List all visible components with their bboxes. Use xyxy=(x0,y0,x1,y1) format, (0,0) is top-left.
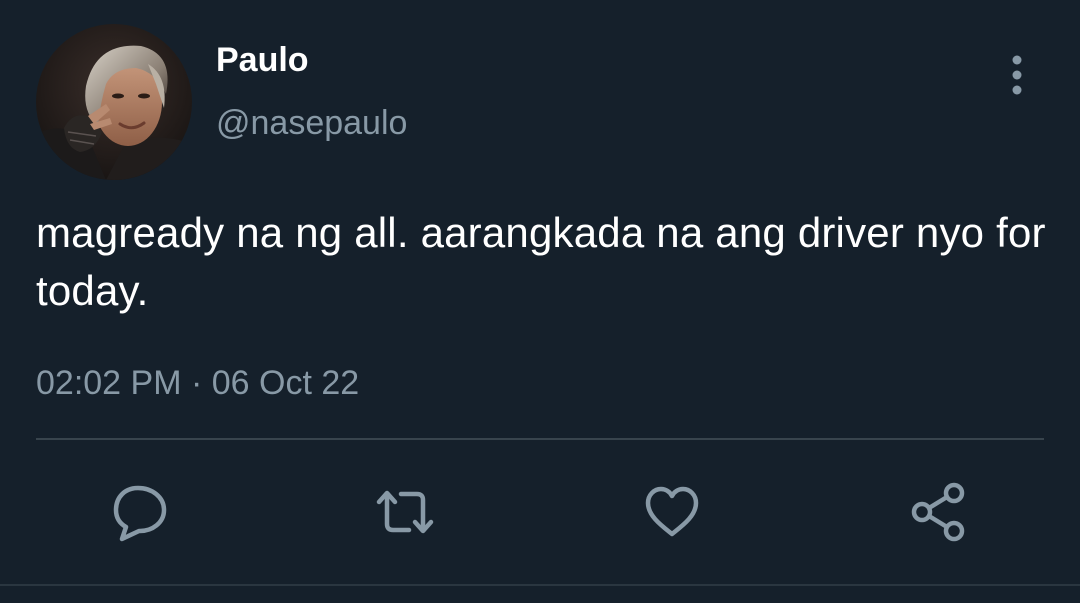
tweet-timestamp[interactable]: 02:02 PM · 06 Oct 22 xyxy=(36,362,359,404)
bottom-divider xyxy=(0,584,1080,586)
tweet-text: magready na ng all. aarangkada na ang dr… xyxy=(36,209,1046,314)
reply-button[interactable] xyxy=(108,480,172,544)
tweet-detail: Paulo @nasepaulo magready na ng all. aar… xyxy=(0,0,1080,603)
author-display-name[interactable]: Paulo xyxy=(216,39,309,81)
more-vertical-icon xyxy=(996,55,1038,104)
avatar[interactable] xyxy=(36,24,192,180)
like-button[interactable] xyxy=(640,480,704,544)
retweet-button[interactable] xyxy=(373,480,437,544)
divider xyxy=(36,438,1044,440)
share-icon xyxy=(906,480,970,544)
retweet-icon xyxy=(373,480,437,544)
author-handle[interactable]: @nasepaulo xyxy=(216,102,407,144)
more-options-button[interactable] xyxy=(996,50,1038,100)
like-icon xyxy=(640,480,704,544)
reply-icon xyxy=(108,480,172,544)
share-button[interactable] xyxy=(906,480,970,544)
